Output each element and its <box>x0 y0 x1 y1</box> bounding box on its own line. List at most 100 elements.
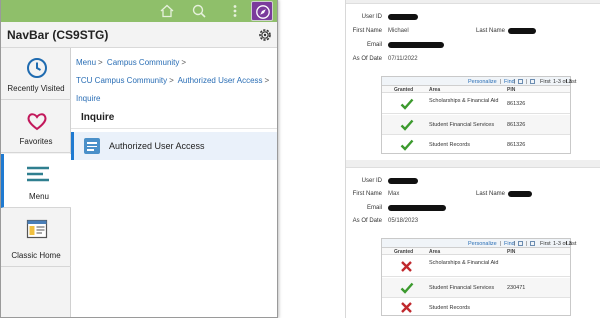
area-cell: Student Financial Services <box>429 285 495 291</box>
last-name-label: Last Name <box>475 28 505 34</box>
area-cell: Student Records <box>429 305 470 311</box>
table-row: Student Financial Services 230471 <box>382 278 570 298</box>
redaction-user-id <box>388 14 418 20</box>
view-all-icon[interactable] <box>518 240 523 246</box>
as-of-date-value: 05/18/2023 <box>388 218 419 224</box>
breadcrumb-link-authorized-user-access[interactable]: Authorized User Access <box>178 76 263 85</box>
section-title: Inquire <box>81 112 115 123</box>
top-banner <box>1 0 277 22</box>
as-of-date-label: As Of Date <box>352 56 382 62</box>
redaction-last-name <box>508 191 532 197</box>
document-icon <box>84 138 100 154</box>
first-name-value: Max <box>388 191 400 197</box>
redaction-user-id <box>388 178 418 184</box>
last-link[interactable]: Last <box>566 79 576 85</box>
kebab-icon[interactable] <box>227 3 243 19</box>
checkmark-icon <box>400 282 414 294</box>
breadcrumb-link-tcu-campus-community[interactable]: TCU Campus Community <box>76 76 167 85</box>
table-row: Scholarships & Financial Aid <box>382 256 570 277</box>
grid-nav-separator: | <box>514 78 516 85</box>
breadcrumb-separator: > <box>264 76 270 85</box>
breadcrumb-separator: > <box>98 58 103 67</box>
first-name-label: First Name <box>352 28 382 34</box>
breadcrumb: Menu > Campus Community > TCU Campus Commu… <box>76 54 276 108</box>
grid-nav-separator: | <box>514 240 516 247</box>
as-of-date-value: 07/11/2022 <box>388 56 418 62</box>
user-id-label: User ID <box>361 178 382 184</box>
heart-icon <box>27 113 47 131</box>
sidebar-item-recently-visited[interactable]: Recently Visited <box>1 48 71 100</box>
first-name-value: Michael <box>388 28 409 34</box>
area-cell: Scholarships & Financial Aid <box>429 260 499 266</box>
personalize-link[interactable]: Personalize <box>468 241 497 247</box>
user-id-label: User ID <box>361 14 382 20</box>
navbar-button[interactable] <box>251 1 273 21</box>
area-cell: Student Records <box>429 142 470 148</box>
home-icon[interactable] <box>159 3 175 19</box>
inquiry-results-panel: User ID First Name Michael Last Name Ema… <box>345 0 600 318</box>
table-row: Student Records 861326 <box>382 136 570 154</box>
view-all-icon[interactable] <box>518 78 523 84</box>
pin-cell: 230471 <box>507 285 526 291</box>
email-label: Email <box>366 205 382 211</box>
pin-cell: 861326 <box>507 142 526 148</box>
breadcrumb-link-menu[interactable]: Menu <box>76 58 96 67</box>
column-header-area: Area <box>429 249 441 255</box>
area-cell: Scholarships & Financial Aid <box>429 98 499 104</box>
checkmark-icon <box>400 119 414 131</box>
redaction-last-name <box>508 28 536 34</box>
download-icon[interactable] <box>530 240 535 246</box>
navbar-header: NavBar (CS9STG) <box>1 22 277 48</box>
pin-cell: 861326 <box>507 122 526 128</box>
sidebar-item-label: Recently Visited <box>7 84 65 93</box>
pin-cell: 861326 <box>507 101 526 107</box>
section-band <box>346 0 600 4</box>
email-label: Email <box>366 42 382 48</box>
checkmark-icon <box>400 139 414 151</box>
section-band <box>346 160 600 168</box>
table-row: Student Records <box>382 299 570 316</box>
grid-header: Granted Area PIN <box>382 86 570 93</box>
first-link[interactable]: First <box>540 241 551 247</box>
column-header-granted: Granted <box>394 249 414 255</box>
grid-nav-separator: | <box>526 240 528 247</box>
redaction-email <box>388 42 444 48</box>
first-link[interactable]: First <box>540 79 551 85</box>
personalize-link[interactable]: Personalize <box>468 79 497 85</box>
sidebar-item-favorites[interactable]: Favorites <box>1 101 71 153</box>
navbar-panel: NavBar (CS9STG) Recently Visited Favorit… <box>0 0 278 318</box>
sidebar-item-menu[interactable]: Menu <box>1 154 71 208</box>
cross-icon <box>401 261 412 272</box>
first-name-label: First Name <box>352 191 382 197</box>
navbar-content: Menu > Campus Community > TCU Campus Commu… <box>71 48 277 317</box>
sidebar-item-label: Classic Home <box>11 251 61 260</box>
last-link[interactable]: Last <box>566 241 576 247</box>
search-icon[interactable] <box>191 3 207 19</box>
area-cell: Student Financial Services <box>429 122 495 128</box>
grid-navigation: Personalize | Find | | First 1-3 of 3 La… <box>382 239 576 248</box>
table-row: Scholarships & Financial Aid 861326 <box>382 94 570 114</box>
as-of-date-label: As Of Date <box>352 218 382 224</box>
breadcrumb-link-inquire[interactable]: Inquire <box>76 94 100 103</box>
gear-icon[interactable] <box>257 27 273 43</box>
checkmark-icon <box>400 98 414 110</box>
grid-header: Granted Area PIN <box>382 248 570 255</box>
menu-lines-icon <box>27 166 49 182</box>
download-icon[interactable] <box>530 78 535 84</box>
access-grid: Personalize | Find | | First 1-3 of 3 La… <box>381 238 576 316</box>
screenshot-root: NavBar (CS9STG) Recently Visited Favorit… <box>0 0 600 318</box>
column-header-pin: PIN <box>507 87 516 93</box>
column-header-area: Area <box>429 87 441 93</box>
grid-nav-separator: | <box>526 78 528 85</box>
cross-icon <box>401 302 412 313</box>
sidebar-item-classic-home[interactable]: Classic Home <box>1 209 71 267</box>
divider <box>71 128 277 129</box>
clock-icon <box>27 58 47 78</box>
menu-item-authorized-user-access[interactable]: Authorized User Access <box>71 132 277 160</box>
classic-home-icon <box>26 219 48 239</box>
column-header-pin: PIN <box>507 249 516 255</box>
breadcrumb-link-campus-community[interactable]: Campus Community <box>107 58 179 67</box>
redaction-email <box>388 205 446 211</box>
navbar-title: NavBar (CS9STG) <box>7 28 109 42</box>
column-header-granted: Granted <box>394 87 414 93</box>
